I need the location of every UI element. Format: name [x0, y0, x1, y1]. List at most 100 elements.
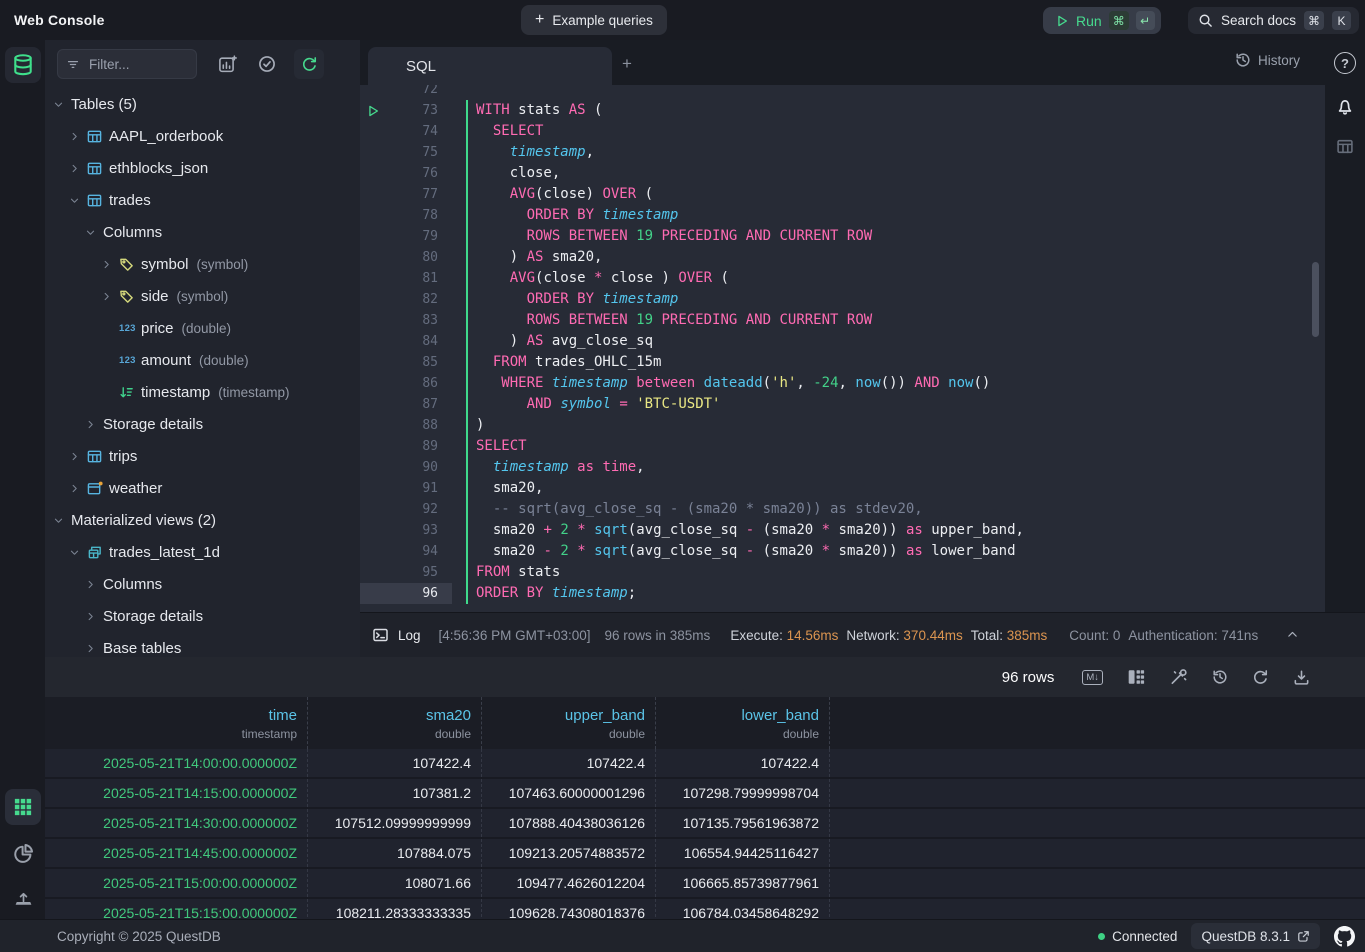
- magic-wand-icon[interactable]: [1169, 668, 1188, 686]
- code-line-91[interactable]: 91 sma20,: [360, 478, 1325, 499]
- chevron-up-icon[interactable]: [1286, 628, 1299, 641]
- tree-item-storage-details[interactable]: Storage details: [45, 408, 360, 440]
- cell-value[interactable]: 107422.4: [308, 749, 482, 777]
- new-tab-button[interactable]: +: [622, 54, 632, 74]
- check-circle-icon[interactable]: [258, 55, 276, 73]
- tree-item-price[interactable]: 123price(double): [45, 312, 360, 344]
- refresh-results-icon[interactable]: [1252, 669, 1269, 686]
- code-line-82[interactable]: 82 ORDER BY timestamp: [360, 289, 1325, 310]
- tree-item-weather[interactable]: weather: [45, 472, 360, 504]
- chart-view-icon[interactable]: [5, 835, 41, 871]
- tree-item-columns[interactable]: Columns: [45, 568, 360, 600]
- chevron-down-icon[interactable]: [53, 99, 71, 110]
- table-row[interactable]: 2025-05-21T14:30:00.000000Z107512.099999…: [45, 809, 1365, 839]
- chevron-right-icon[interactable]: [85, 579, 103, 590]
- add-metrics-icon[interactable]: [218, 55, 237, 74]
- tree-item-storage-details[interactable]: Storage details: [45, 600, 360, 632]
- code-area[interactable]: 7273WITH stats AS (74 SELECT75 timestamp…: [360, 85, 1325, 612]
- tree-item-tables-5[interactable]: Tables (5): [45, 88, 360, 120]
- code-line-72[interactable]: 72: [360, 85, 1325, 100]
- cell-value[interactable]: 107512.09999999999: [308, 809, 482, 837]
- table-row[interactable]: 2025-05-21T15:15:00.000000Z108211.283333…: [45, 899, 1365, 919]
- run-query-icon[interactable]: [366, 104, 392, 118]
- tree-item-trades-latest-1d[interactable]: trades_latest_1d: [45, 536, 360, 568]
- run-button[interactable]: Run ⌘ ↵: [1043, 7, 1161, 34]
- restore-history-icon[interactable]: [1212, 669, 1228, 685]
- code-line-84[interactable]: 84 ) AS avg_close_sq: [360, 331, 1325, 352]
- code-line-78[interactable]: 78 ORDER BY timestamp: [360, 205, 1325, 226]
- table-row[interactable]: 2025-05-21T15:00:00.000000Z108071.661094…: [45, 869, 1365, 899]
- chevron-down-icon[interactable]: [85, 227, 103, 238]
- cell-value[interactable]: 106665.85739877961: [656, 869, 830, 897]
- code-line-92[interactable]: 92 -- sqrt(avg_close_sq - (sma20 * sma20…: [360, 499, 1325, 520]
- cell-time[interactable]: 2025-05-21T14:00:00.000000Z: [45, 749, 308, 777]
- cell-time[interactable]: 2025-05-21T15:15:00.000000Z: [45, 899, 308, 919]
- code-line-76[interactable]: 76 close,: [360, 163, 1325, 184]
- results-grid[interactable]: timetimestampsma20doubleupper_banddouble…: [45, 697, 1365, 919]
- cell-value[interactable]: 106554.94425116427: [656, 839, 830, 867]
- download-icon[interactable]: [1293, 669, 1310, 686]
- code-line-79[interactable]: 79 ROWS BETWEEN 19 PRECEDING AND CURRENT…: [360, 226, 1325, 247]
- markdown-icon[interactable]: M↓: [1082, 670, 1103, 685]
- column-header-upper_band[interactable]: upper_banddouble: [482, 697, 656, 749]
- cell-time[interactable]: 2025-05-21T14:45:00.000000Z: [45, 839, 308, 867]
- code-line-94[interactable]: 94 sma20 - 2 * sqrt(avg_close_sq - (sma2…: [360, 541, 1325, 562]
- chevron-right-icon[interactable]: [101, 259, 119, 270]
- chevron-right-icon[interactable]: [85, 419, 103, 430]
- code-line-81[interactable]: 81 AVG(close * close ) OVER (: [360, 268, 1325, 289]
- cell-value[interactable]: 108071.66: [308, 869, 482, 897]
- grid-view-icon[interactable]: [5, 789, 41, 825]
- code-line-88[interactable]: 88): [360, 415, 1325, 436]
- tab-sql[interactable]: SQL: [368, 47, 612, 85]
- cell-value[interactable]: 107298.79999998704: [656, 779, 830, 807]
- tree-item-ethblocks-json[interactable]: ethblocks_json: [45, 152, 360, 184]
- cell-time[interactable]: 2025-05-21T14:15:00.000000Z: [45, 779, 308, 807]
- database-nav-icon[interactable]: [5, 47, 41, 83]
- cell-time[interactable]: 2025-05-21T14:30:00.000000Z: [45, 809, 308, 837]
- cell-value[interactable]: 106784.03458648292: [656, 899, 830, 919]
- tree-item-columns[interactable]: Columns: [45, 216, 360, 248]
- code-line-74[interactable]: 74 SELECT: [360, 121, 1325, 142]
- sql-editor[interactable]: SQL + History 7273WITH stats AS (74 SELE…: [360, 40, 1325, 612]
- chevron-right-icon[interactable]: [69, 483, 87, 494]
- tree-item-trips[interactable]: trips: [45, 440, 360, 472]
- cell-value[interactable]: 109477.4626012204: [482, 869, 656, 897]
- cell-value[interactable]: 109628.74308018376: [482, 899, 656, 919]
- import-icon[interactable]: [5, 880, 41, 916]
- cell-value[interactable]: 107422.4: [656, 749, 830, 777]
- chevron-right-icon[interactable]: [69, 131, 87, 142]
- table-row[interactable]: 2025-05-21T14:00:00.000000Z107422.410742…: [45, 749, 1365, 779]
- cell-value[interactable]: 107381.2: [308, 779, 482, 807]
- help-icon[interactable]: ?: [1334, 52, 1356, 74]
- column-header-time[interactable]: timetimestamp: [45, 697, 308, 749]
- column-header-sma20[interactable]: sma20double: [308, 697, 482, 749]
- refresh-schema-icon[interactable]: [294, 49, 324, 79]
- tree-item-amount[interactable]: 123amount(double): [45, 344, 360, 376]
- table-row[interactable]: 2025-05-21T14:45:00.000000Z107884.075109…: [45, 839, 1365, 869]
- cell-value[interactable]: 107422.4: [482, 749, 656, 777]
- code-line-90[interactable]: 90 timestamp as time,: [360, 457, 1325, 478]
- cell-time[interactable]: 2025-05-21T15:00:00.000000Z: [45, 869, 308, 897]
- code-line-85[interactable]: 85 FROM trades_OHLC_15m: [360, 352, 1325, 373]
- cell-value[interactable]: 107135.79561963872: [656, 809, 830, 837]
- code-line-73[interactable]: 73WITH stats AS (: [360, 100, 1325, 121]
- chevron-down-icon[interactable]: [53, 515, 71, 526]
- cell-value[interactable]: 107884.075: [308, 839, 482, 867]
- code-line-96[interactable]: 96ORDER BY timestamp;: [360, 583, 1325, 604]
- tree-item-trades[interactable]: trades: [45, 184, 360, 216]
- tree-item-timestamp[interactable]: timestamp(timestamp): [45, 376, 360, 408]
- cell-value[interactable]: 107888.40438036126: [482, 809, 656, 837]
- version-link[interactable]: QuestDB 8.3.1: [1191, 923, 1320, 949]
- search-docs-button[interactable]: Search docs ⌘ K: [1188, 7, 1359, 34]
- bell-icon[interactable]: [1336, 97, 1354, 116]
- code-line-87[interactable]: 87 AND symbol = 'BTC-USDT': [360, 394, 1325, 415]
- github-icon[interactable]: [1334, 926, 1355, 947]
- cell-value[interactable]: 107463.60000001296: [482, 779, 656, 807]
- tree-item-materialized-views-2[interactable]: Materialized views (2): [45, 504, 360, 536]
- code-line-95[interactable]: 95FROM stats: [360, 562, 1325, 583]
- table-panel-icon[interactable]: [1336, 138, 1354, 155]
- tree-item-side[interactable]: side(symbol): [45, 280, 360, 312]
- chevron-right-icon[interactable]: [101, 291, 119, 302]
- chevron-right-icon[interactable]: [85, 643, 103, 654]
- code-line-77[interactable]: 77 AVG(close) OVER (: [360, 184, 1325, 205]
